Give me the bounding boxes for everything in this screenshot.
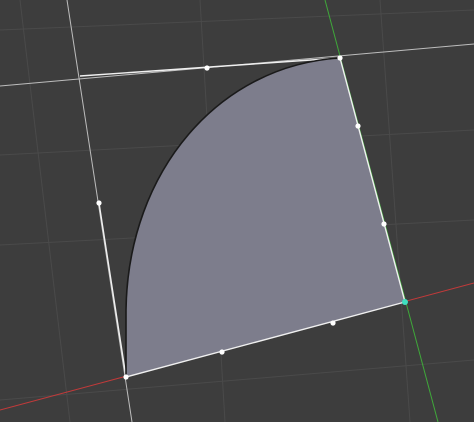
reference-line-vertical	[66, 0, 133, 422]
vertex-point[interactable]	[219, 349, 225, 355]
grid-line	[19, 0, 71, 422]
grid-line	[0, 359, 474, 401]
grid-line	[379, 0, 411, 422]
vertex-point[interactable]	[381, 221, 387, 227]
vertex-point[interactable]	[96, 200, 102, 206]
vertex-point[interactable]	[355, 123, 361, 129]
vertex-point[interactable]	[337, 55, 343, 61]
selected-quarter-circle-face[interactable]	[126, 58, 405, 377]
viewport-canvas[interactable]	[0, 0, 474, 422]
vertex-point[interactable]	[204, 65, 210, 71]
face-edge-left	[98, 202, 127, 378]
active-vertex-point[interactable]	[402, 299, 408, 305]
vertex-point[interactable]	[123, 374, 129, 380]
vertex-point[interactable]	[330, 320, 336, 326]
3d-viewport[interactable]	[0, 0, 474, 422]
